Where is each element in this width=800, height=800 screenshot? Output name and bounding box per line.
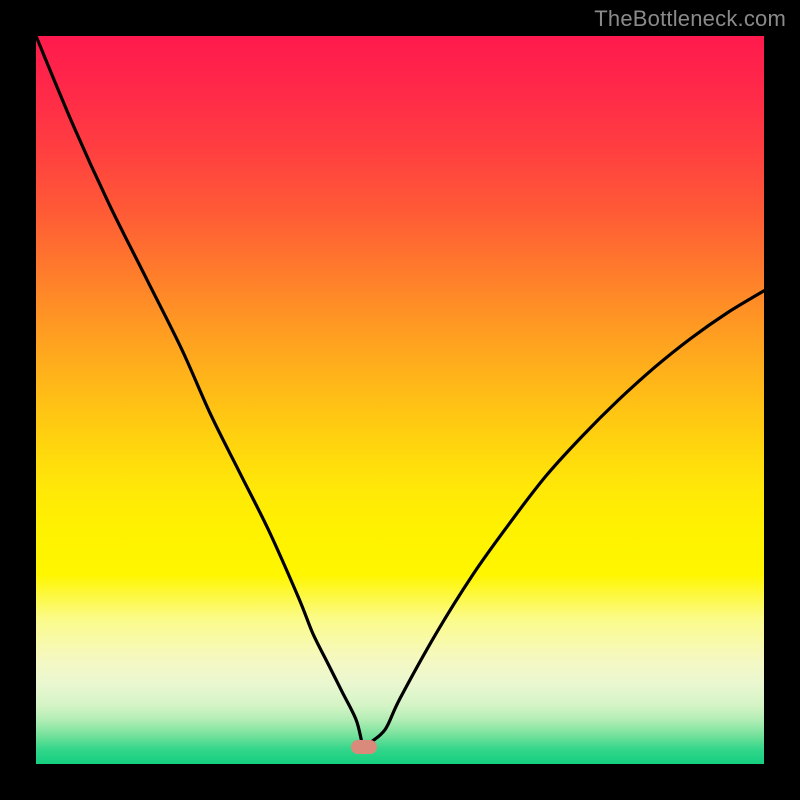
chart-frame: TheBottleneck.com bbox=[0, 0, 800, 800]
watermark-text: TheBottleneck.com bbox=[594, 6, 786, 32]
bottleneck-curve bbox=[36, 36, 764, 764]
plot-area bbox=[36, 36, 764, 764]
optimum-marker bbox=[351, 740, 377, 754]
curve-path bbox=[36, 36, 764, 748]
